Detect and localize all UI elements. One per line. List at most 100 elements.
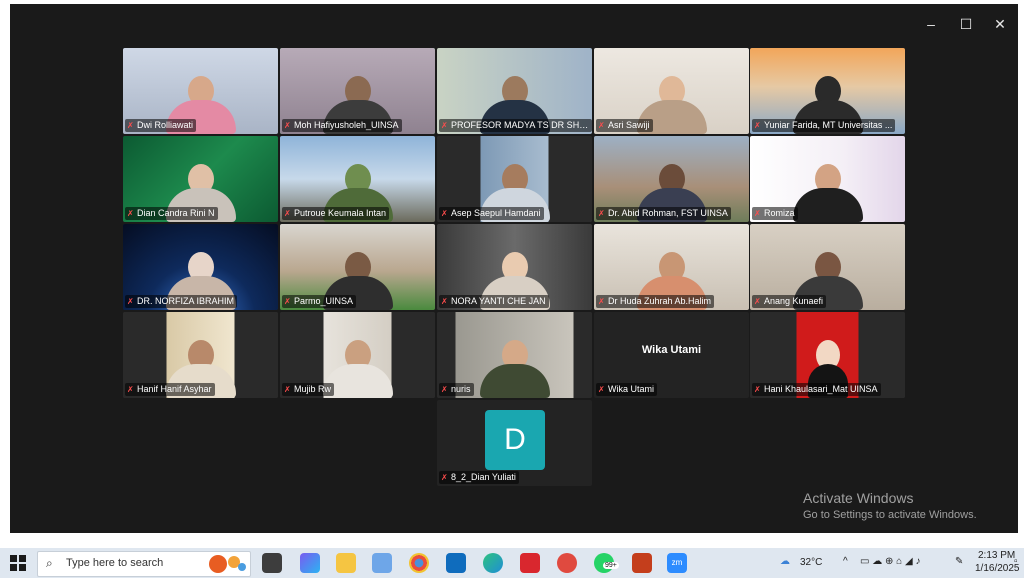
participant-tile[interactable]: ✗ Parmo_UINSA <box>280 224 435 310</box>
maximize-button[interactable]: ☐ <box>955 16 977 32</box>
mic-muted-icon: ✗ <box>284 121 291 130</box>
participant-name: PROFESOR MADYA TS DR SHUK... <box>451 120 592 130</box>
participant-name: NORA YANTI CHE JAN <box>451 296 546 306</box>
participant-name: Mujib Rw <box>294 384 332 394</box>
mic-muted-icon: ✗ <box>284 297 291 306</box>
task-view-icon[interactable] <box>262 553 282 573</box>
watermark-title: Activate Windows <box>803 490 914 506</box>
participant-name: Asep Saepul Hamdani <box>451 208 541 218</box>
participant-tile[interactable]: ✗ Dr Huda Zuhrah Ab.Halim <box>594 224 749 310</box>
taskbar-search-box[interactable]: ⌕ Type here to search <box>37 551 251 577</box>
participant-tile[interactable]: ✗ Dr. Abid Rohman, FST UINSA <box>594 136 749 222</box>
participant-tile[interactable]: ✗ Dwi Rolliawati <box>123 48 278 134</box>
participant-tile-avatar[interactable]: D ✗ 8_2_Dian Yuliati <box>437 400 592 486</box>
weather-temp[interactable]: 32°C <box>800 557 822 568</box>
whatsapp-icon[interactable]: 99+ <box>594 553 619 573</box>
participant-tile[interactable]: ✗ Anang Kunaefi <box>750 224 905 310</box>
chrome-icon[interactable] <box>409 553 429 573</box>
participant-name: Parmo_UINSA <box>294 296 354 306</box>
windows-taskbar: ⌕ Type here to search 99+ zm ☁ 32°C ^ ▭ … <box>0 548 1024 578</box>
participant-tile[interactable]: ✗ Hanif Hanif Asyhar <box>123 312 278 398</box>
participant-tile[interactable]: ✗ NORA YANTI CHE JAN <box>437 224 592 310</box>
tray-icons[interactable]: ▭ ☁ ⊕ ⌂ ◢ ♪ <box>860 556 920 567</box>
participant-tile[interactable]: ✗ Dian Candra Rini N <box>123 136 278 222</box>
notification-badge: 99+ <box>603 562 619 569</box>
participant-name: Dian Candra Rini N <box>137 208 215 218</box>
microsoft-store-icon[interactable] <box>372 553 392 573</box>
clock-time[interactable]: 2:13 PM <box>978 550 1015 561</box>
participant-name: Anang Kunaefi <box>764 296 824 306</box>
outlook-icon[interactable] <box>446 553 466 573</box>
participant-name: Dwi Rolliawati <box>137 120 194 130</box>
copilot-icon[interactable] <box>300 553 320 573</box>
edge-icon[interactable] <box>483 553 503 573</box>
mic-muted-icon: ✗ <box>127 385 134 394</box>
zoom-app-icon[interactable]: zm <box>667 553 687 573</box>
windows-start-icon[interactable] <box>10 555 26 571</box>
search-placeholder: Type here to search <box>66 557 164 569</box>
participant-name: 8_2_Dian Yuliati <box>451 472 516 482</box>
participant-name: Hanif Hanif Asyhar <box>137 384 212 394</box>
participant-name-card: Wika Utami <box>641 344 702 356</box>
watermark-subtitle: Go to Settings to activate Windows. <box>803 509 977 521</box>
participant-name: Romiza <box>764 208 795 218</box>
participant-tile[interactable]: ✗ Hani Khaulasari_Mat UINSA <box>750 312 905 398</box>
pen-icon[interactable]: ✎ <box>955 556 963 567</box>
participant-video <box>792 164 863 222</box>
minimize-button[interactable]: – <box>920 16 942 32</box>
mic-muted-icon: ✗ <box>441 209 448 218</box>
mic-muted-icon: ✗ <box>441 297 448 306</box>
participant-tile[interactable]: ✗ Asep Saepul Hamdani <box>437 136 592 222</box>
participant-name: Dr Huda Zuhrah Ab.Halim <box>608 296 712 306</box>
mic-muted-icon: ✗ <box>441 385 448 394</box>
participant-tile[interactable]: ✗ Yuniar Farida, MT Universitas ... <box>750 48 905 134</box>
powerpoint-icon[interactable] <box>632 553 652 573</box>
clock-date[interactable]: 1/16/2025 <box>975 563 1020 574</box>
chrome-profile-icon[interactable] <box>557 553 577 573</box>
activate-windows-watermark: Activate Windows Go to Settings to activ… <box>803 490 977 521</box>
mic-muted-icon: ✗ <box>598 209 605 218</box>
participant-tile-video-off[interactable]: Wika Utami ✗ Wika Utami <box>594 312 749 398</box>
participant-name: Dr. Abid Rohman, FST UINSA <box>608 208 728 218</box>
participant-tile[interactable]: ✗ Mujib Rw <box>280 312 435 398</box>
file-explorer-icon[interactable] <box>336 553 356 573</box>
participant-tile[interactable]: ✗ Asri Sawiji <box>594 48 749 134</box>
mic-muted-icon: ✗ <box>127 297 134 306</box>
mic-muted-icon: ✗ <box>441 121 448 130</box>
mic-muted-icon: ✗ <box>284 209 291 218</box>
mic-muted-icon: ✗ <box>754 297 761 306</box>
mic-muted-icon: ✗ <box>754 209 761 218</box>
participant-tile[interactable]: ✗ Romiza <box>750 136 905 222</box>
close-button[interactable]: ✕ <box>989 16 1011 32</box>
participant-tile[interactable]: ✗ Putroue Keumala Intan <box>280 136 435 222</box>
participant-tile[interactable]: ✗ DR. NORFIZA IBRAHIM <box>123 224 278 310</box>
weather-icon[interactable]: ☁ <box>780 556 790 567</box>
notifications-icon[interactable]: ▫ <box>1014 556 1018 567</box>
participant-name: Asri Sawiji <box>608 120 650 130</box>
participant-name: Putroue Keumala Intan <box>294 208 387 218</box>
desktop-edge-right <box>1018 0 1024 540</box>
mic-muted-icon: ✗ <box>441 473 448 482</box>
mic-muted-icon: ✗ <box>598 297 605 306</box>
mendeley-icon[interactable] <box>520 553 540 573</box>
participant-name: Moh Hafiyusholeh_UINSA <box>294 120 399 130</box>
participant-name: nuris <box>451 384 471 394</box>
chevron-up-icon[interactable]: ^ <box>843 556 848 567</box>
mic-muted-icon: ✗ <box>127 209 134 218</box>
desktop-edge-left <box>0 0 10 540</box>
mic-muted-icon: ✗ <box>754 385 761 394</box>
meeting-window: – ☐ ✕ ✗ Dwi Rolliawati ✗ Moh Hafiyusholeh_… <box>10 4 1018 533</box>
search-icon: ⌕ <box>46 556 53 570</box>
participant-name: DR. NORFIZA IBRAHIM <box>137 296 235 306</box>
participant-name: Hani Khaulasari_Mat UINSA <box>764 384 878 394</box>
participant-tile[interactable]: ✗ nuris <box>437 312 592 398</box>
participant-video <box>479 340 550 398</box>
mic-muted-icon: ✗ <box>127 121 134 130</box>
search-highlight-icon <box>209 555 246 573</box>
mic-muted-icon: ✗ <box>598 121 605 130</box>
participant-name: Yuniar Farida, MT Universitas ... <box>764 120 893 130</box>
participant-tile-active-speaker[interactable]: ✗ Moh Hafiyusholeh_UINSA <box>280 48 435 134</box>
participant-name: Wika Utami <box>608 384 655 394</box>
participant-tile[interactable]: ✗ PROFESOR MADYA TS DR SHUK... <box>437 48 592 134</box>
mic-muted-icon: ✗ <box>284 385 291 394</box>
